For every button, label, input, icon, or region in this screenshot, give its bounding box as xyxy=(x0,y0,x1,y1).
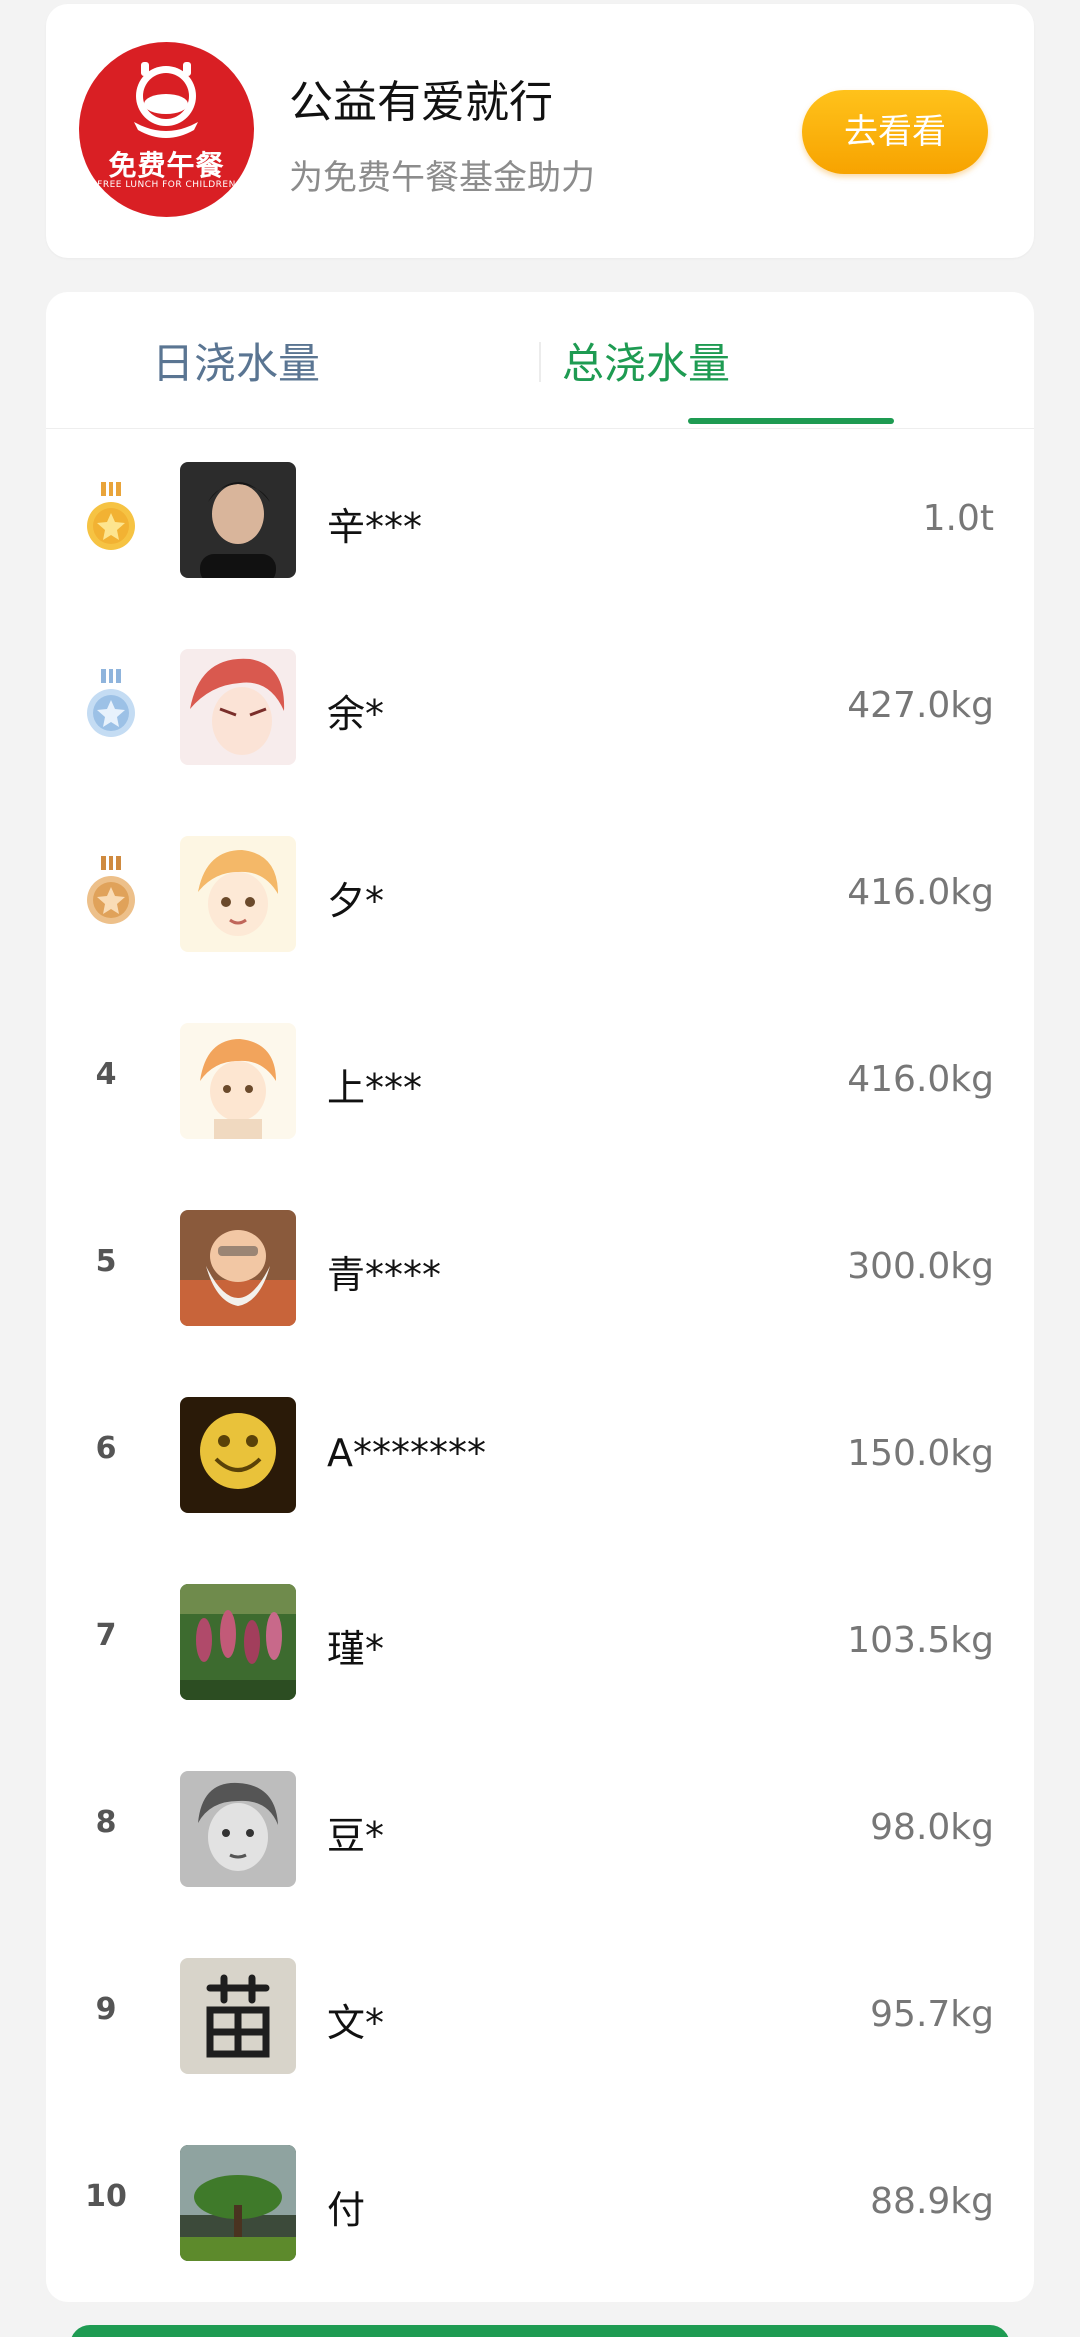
avatar xyxy=(180,2145,296,2261)
watering-amount: 103.5kg xyxy=(847,1620,994,1661)
logo-text: 免费午餐 xyxy=(108,149,225,182)
watering-amount: 427.0kg xyxy=(847,685,994,726)
silver-medal-icon xyxy=(87,669,135,737)
bottom-action-bar[interactable] xyxy=(70,2325,1010,2337)
ranking-row[interactable]: 10 付 88.9kg xyxy=(46,2111,1034,2298)
user-name: 瑾* xyxy=(327,1627,385,1671)
user-name: 青**** xyxy=(327,1253,442,1297)
user-name: 豆* xyxy=(327,1814,385,1858)
rank-number: 6 xyxy=(95,1431,117,1466)
avatar xyxy=(180,1210,296,1326)
avatar xyxy=(180,1958,296,2074)
avatar xyxy=(180,1584,296,1700)
user-name: 余* xyxy=(327,692,385,736)
user-name: 夕* xyxy=(327,879,385,923)
lunch-bowl-icon xyxy=(134,62,198,138)
user-name: 文* xyxy=(327,2001,385,2045)
promo-card[interactable]: 免费午餐 FREE LUNCH FOR CHILDREN 公益有爱就行 为免费午… xyxy=(46,4,1034,258)
user-name: 辛*** xyxy=(327,505,423,549)
tab-daily-watering[interactable]: 日浇水量 xyxy=(46,330,426,391)
watering-amount: 300.0kg xyxy=(847,1246,994,1287)
ranking-row[interactable]: 余* 427.0kg xyxy=(46,615,1034,802)
avatar xyxy=(180,1771,296,1887)
watering-amount: 1.0t xyxy=(922,498,994,539)
page: 免费午餐 FREE LUNCH FOR CHILDREN 公益有爱就行 为免费午… xyxy=(0,0,1080,2337)
avatar xyxy=(180,462,296,578)
ranking-row[interactable]: 8 豆* 98.0kg xyxy=(46,1737,1034,1924)
avatar xyxy=(180,1397,296,1513)
ranking-row[interactable]: 辛*** 1.0t xyxy=(46,428,1034,615)
watering-amount: 95.7kg xyxy=(870,1994,994,2035)
logo-subtext: FREE LUNCH FOR CHILDREN xyxy=(97,180,236,190)
ranking-row[interactable]: 4 上*** 416.0kg xyxy=(46,989,1034,1176)
ranking-tabs: 日浇水量 总浇水量 xyxy=(46,292,1034,429)
avatar xyxy=(180,1023,296,1139)
ranking-card: 日浇水量 总浇水量 辛*** 1.0t 余* 427.0kg 夕* 416.0k… xyxy=(46,292,1034,2302)
user-name: A******* xyxy=(327,1431,486,1475)
rank-number: 9 xyxy=(95,1992,117,2027)
active-tab-indicator xyxy=(688,418,894,424)
rank-number: 4 xyxy=(95,1057,117,1092)
watering-amount: 150.0kg xyxy=(847,1433,994,1474)
rank-number: 5 xyxy=(95,1244,117,1279)
user-name: 付 xyxy=(327,2188,366,2232)
ranking-row[interactable]: 9 文* 95.7kg xyxy=(46,1924,1034,2111)
avatar xyxy=(180,649,296,765)
rank-number: 7 xyxy=(95,1618,117,1653)
promo-subtitle: 为免费午餐基金助力 xyxy=(289,158,595,198)
gold-medal-icon xyxy=(87,482,135,550)
ranking-row[interactable]: 夕* 416.0kg xyxy=(46,802,1034,989)
ranking-row[interactable]: 7 瑾* 103.5kg xyxy=(46,1550,1034,1737)
free-lunch-logo: 免费午餐 FREE LUNCH FOR CHILDREN xyxy=(79,42,254,217)
go-see-button[interactable]: 去看看 xyxy=(802,90,988,174)
watering-amount: 88.9kg xyxy=(870,2181,994,2222)
promo-title: 公益有爱就行 xyxy=(289,77,553,128)
watering-amount: 416.0kg xyxy=(847,1059,994,1100)
watering-amount: 98.0kg xyxy=(870,1807,994,1848)
rank-number: 10 xyxy=(85,2179,127,2214)
ranking-row[interactable]: 6 A******* 150.0kg xyxy=(46,1363,1034,1550)
ranking-row[interactable]: 5 青**** 300.0kg xyxy=(46,1176,1034,1363)
bronze-medal-icon xyxy=(87,856,135,924)
rank-number: 8 xyxy=(95,1805,117,1840)
user-name: 上*** xyxy=(327,1066,423,1110)
tab-total-watering[interactable]: 总浇水量 xyxy=(456,330,836,391)
ranking-list: 辛*** 1.0t 余* 427.0kg 夕* 416.0kg 4 上*** 4… xyxy=(46,428,1034,2298)
watering-amount: 416.0kg xyxy=(847,872,994,913)
avatar xyxy=(180,836,296,952)
